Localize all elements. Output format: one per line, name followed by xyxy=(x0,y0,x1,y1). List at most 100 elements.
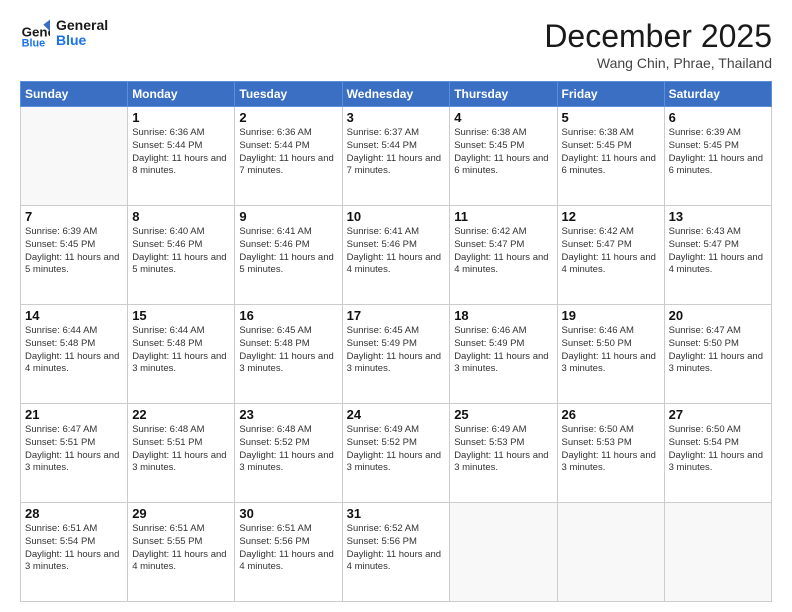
day-number: 5 xyxy=(562,110,660,125)
day-number: 10 xyxy=(347,209,446,224)
day-cell: 28Sunrise: 6:51 AM Sunset: 5:54 PM Dayli… xyxy=(21,503,128,602)
week-row-4: 28Sunrise: 6:51 AM Sunset: 5:54 PM Dayli… xyxy=(21,503,772,602)
day-cell: 15Sunrise: 6:44 AM Sunset: 5:48 PM Dayli… xyxy=(128,305,235,404)
title-block: December 2025 Wang Chin, Phrae, Thailand xyxy=(544,18,772,71)
week-row-1: 7 Sunrise: 6:39 AM Sunset: 5:45 PM Daylig… xyxy=(21,206,772,305)
page: General Blue General Blue December 2025 … xyxy=(0,0,792,612)
day-cell: 18Sunrise: 6:46 AM Sunset: 5:49 PM Dayli… xyxy=(450,305,557,404)
day-header-wednesday: Wednesday xyxy=(342,82,450,107)
day-cell: 3Sunrise: 6:37 AM Sunset: 5:44 PM Daylig… xyxy=(342,107,450,206)
day-info: Sunrise: 6:48 AM Sunset: 5:52 PM Dayligh… xyxy=(239,424,337,475)
day-number: 27 xyxy=(669,407,767,422)
day-cell: 12Sunrise: 6:42 AM Sunset: 5:47 PM Dayli… xyxy=(557,206,664,305)
day-number: 17 xyxy=(347,308,446,323)
logo-icon: General Blue xyxy=(20,18,50,48)
day-info: Sunrise: 6:40 AM Sunset: 5:46 PM Dayligh… xyxy=(132,226,230,277)
month-title: December 2025 xyxy=(544,18,772,55)
day-number: 1 xyxy=(132,110,230,125)
day-info: Sunrise: 6:51 AM Sunset: 5:56 PM Dayligh… xyxy=(239,523,337,574)
day-cell xyxy=(664,503,771,602)
day-cell: 21 Sunrise: 6:47 AM Sunset: 5:51 PM Dayli… xyxy=(21,404,128,503)
day-header-tuesday: Tuesday xyxy=(235,82,342,107)
day-info: Sunrise: 6:42 AM Sunset: 5:47 PM Dayligh… xyxy=(562,226,660,277)
day-cell: 10 Sunrise: 6:41 AM Sunset: 5:46 PM Dayli… xyxy=(342,206,450,305)
day-number: 31 xyxy=(347,506,446,521)
day-number: 16 xyxy=(239,308,337,323)
week-row-3: 21 Sunrise: 6:47 AM Sunset: 5:51 PM Dayli… xyxy=(21,404,772,503)
day-cell: 8 Sunrise: 6:40 AM Sunset: 5:46 PM Daylig… xyxy=(128,206,235,305)
day-header-monday: Monday xyxy=(128,82,235,107)
location: Wang Chin, Phrae, Thailand xyxy=(544,55,772,71)
day-header-sunday: Sunday xyxy=(21,82,128,107)
day-cell: 7 Sunrise: 6:39 AM Sunset: 5:45 PM Daylig… xyxy=(21,206,128,305)
day-info: Sunrise: 6:45 AM Sunset: 5:49 PM Dayligh… xyxy=(347,325,446,376)
day-info: Sunrise: 6:48 AM Sunset: 5:51 PM Dayligh… xyxy=(132,424,230,475)
day-cell: 5 Sunrise: 6:38 AM Sunset: 5:45 PM Daylig… xyxy=(557,107,664,206)
day-info: Sunrise: 6:51 AM Sunset: 5:55 PM Dayligh… xyxy=(132,523,230,574)
day-cell: 22 Sunrise: 6:48 AM Sunset: 5:51 PM Dayli… xyxy=(128,404,235,503)
day-info: Sunrise: 6:38 AM Sunset: 5:45 PM Dayligh… xyxy=(562,127,660,178)
day-number: 6 xyxy=(669,110,767,125)
day-info: Sunrise: 6:50 AM Sunset: 5:53 PM Dayligh… xyxy=(562,424,660,475)
day-info: Sunrise: 6:46 AM Sunset: 5:50 PM Dayligh… xyxy=(562,325,660,376)
day-cell xyxy=(557,503,664,602)
day-number: 19 xyxy=(562,308,660,323)
day-cell: 27 Sunrise: 6:50 AM Sunset: 5:54 PM Dayli… xyxy=(664,404,771,503)
day-number: 7 xyxy=(25,209,123,224)
day-cell: 24Sunrise: 6:49 AM Sunset: 5:52 PM Dayli… xyxy=(342,404,450,503)
day-info: Sunrise: 6:38 AM Sunset: 5:45 PM Dayligh… xyxy=(454,127,552,178)
day-cell: 6Sunrise: 6:39 AM Sunset: 5:45 PM Daylig… xyxy=(664,107,771,206)
day-number: 14 xyxy=(25,308,123,323)
day-cell: 4 Sunrise: 6:38 AM Sunset: 5:45 PM Daylig… xyxy=(450,107,557,206)
day-cell: 25Sunrise: 6:49 AM Sunset: 5:53 PM Dayli… xyxy=(450,404,557,503)
day-cell: 29 Sunrise: 6:51 AM Sunset: 5:55 PM Dayli… xyxy=(128,503,235,602)
day-number: 23 xyxy=(239,407,337,422)
day-info: Sunrise: 6:43 AM Sunset: 5:47 PM Dayligh… xyxy=(669,226,767,277)
day-header-friday: Friday xyxy=(557,82,664,107)
day-number: 25 xyxy=(454,407,552,422)
day-number: 29 xyxy=(132,506,230,521)
day-number: 3 xyxy=(347,110,446,125)
day-number: 26 xyxy=(562,407,660,422)
logo: General Blue General Blue xyxy=(20,18,108,49)
day-number: 4 xyxy=(454,110,552,125)
day-number: 20 xyxy=(669,308,767,323)
day-number: 15 xyxy=(132,308,230,323)
day-info: Sunrise: 6:47 AM Sunset: 5:51 PM Dayligh… xyxy=(25,424,123,475)
day-cell: 9Sunrise: 6:41 AM Sunset: 5:46 PM Daylig… xyxy=(235,206,342,305)
day-number: 8 xyxy=(132,209,230,224)
day-number: 21 xyxy=(25,407,123,422)
day-cell: 16Sunrise: 6:45 AM Sunset: 5:48 PM Dayli… xyxy=(235,305,342,404)
svg-text:Blue: Blue xyxy=(22,38,45,49)
day-cell: 30 Sunrise: 6:51 AM Sunset: 5:56 PM Dayli… xyxy=(235,503,342,602)
day-info: Sunrise: 6:36 AM Sunset: 5:44 PM Dayligh… xyxy=(239,127,337,178)
day-info: Sunrise: 6:42 AM Sunset: 5:47 PM Dayligh… xyxy=(454,226,552,277)
day-cell xyxy=(21,107,128,206)
day-number: 13 xyxy=(669,209,767,224)
day-info: Sunrise: 6:44 AM Sunset: 5:48 PM Dayligh… xyxy=(25,325,123,376)
day-info: Sunrise: 6:46 AM Sunset: 5:49 PM Dayligh… xyxy=(454,325,552,376)
day-cell xyxy=(450,503,557,602)
day-cell: 23 Sunrise: 6:48 AM Sunset: 5:52 PM Dayli… xyxy=(235,404,342,503)
week-row-2: 14 Sunrise: 6:44 AM Sunset: 5:48 PM Dayli… xyxy=(21,305,772,404)
day-number: 22 xyxy=(132,407,230,422)
day-info: Sunrise: 6:47 AM Sunset: 5:50 PM Dayligh… xyxy=(669,325,767,376)
day-info: Sunrise: 6:39 AM Sunset: 5:45 PM Dayligh… xyxy=(25,226,123,277)
day-cell: 2 Sunrise: 6:36 AM Sunset: 5:44 PM Daylig… xyxy=(235,107,342,206)
day-cell: 20 Sunrise: 6:47 AM Sunset: 5:50 PM Dayli… xyxy=(664,305,771,404)
calendar: SundayMondayTuesdayWednesdayThursdayFrid… xyxy=(20,81,772,602)
day-cell: 31Sunrise: 6:52 AM Sunset: 5:56 PM Dayli… xyxy=(342,503,450,602)
day-cell: 19 Sunrise: 6:46 AM Sunset: 5:50 PM Dayli… xyxy=(557,305,664,404)
day-cell: 14 Sunrise: 6:44 AM Sunset: 5:48 PM Dayli… xyxy=(21,305,128,404)
day-number: 9 xyxy=(239,209,337,224)
day-info: Sunrise: 6:41 AM Sunset: 5:46 PM Dayligh… xyxy=(347,226,446,277)
day-info: Sunrise: 6:51 AM Sunset: 5:54 PM Dayligh… xyxy=(25,523,123,574)
day-number: 2 xyxy=(239,110,337,125)
day-info: Sunrise: 6:50 AM Sunset: 5:54 PM Dayligh… xyxy=(669,424,767,475)
day-header-thursday: Thursday xyxy=(450,82,557,107)
day-cell: 17 Sunrise: 6:45 AM Sunset: 5:49 PM Dayli… xyxy=(342,305,450,404)
day-info: Sunrise: 6:49 AM Sunset: 5:52 PM Dayligh… xyxy=(347,424,446,475)
header-row: SundayMondayTuesdayWednesdayThursdayFrid… xyxy=(21,82,772,107)
day-header-saturday: Saturday xyxy=(664,82,771,107)
day-number: 30 xyxy=(239,506,337,521)
